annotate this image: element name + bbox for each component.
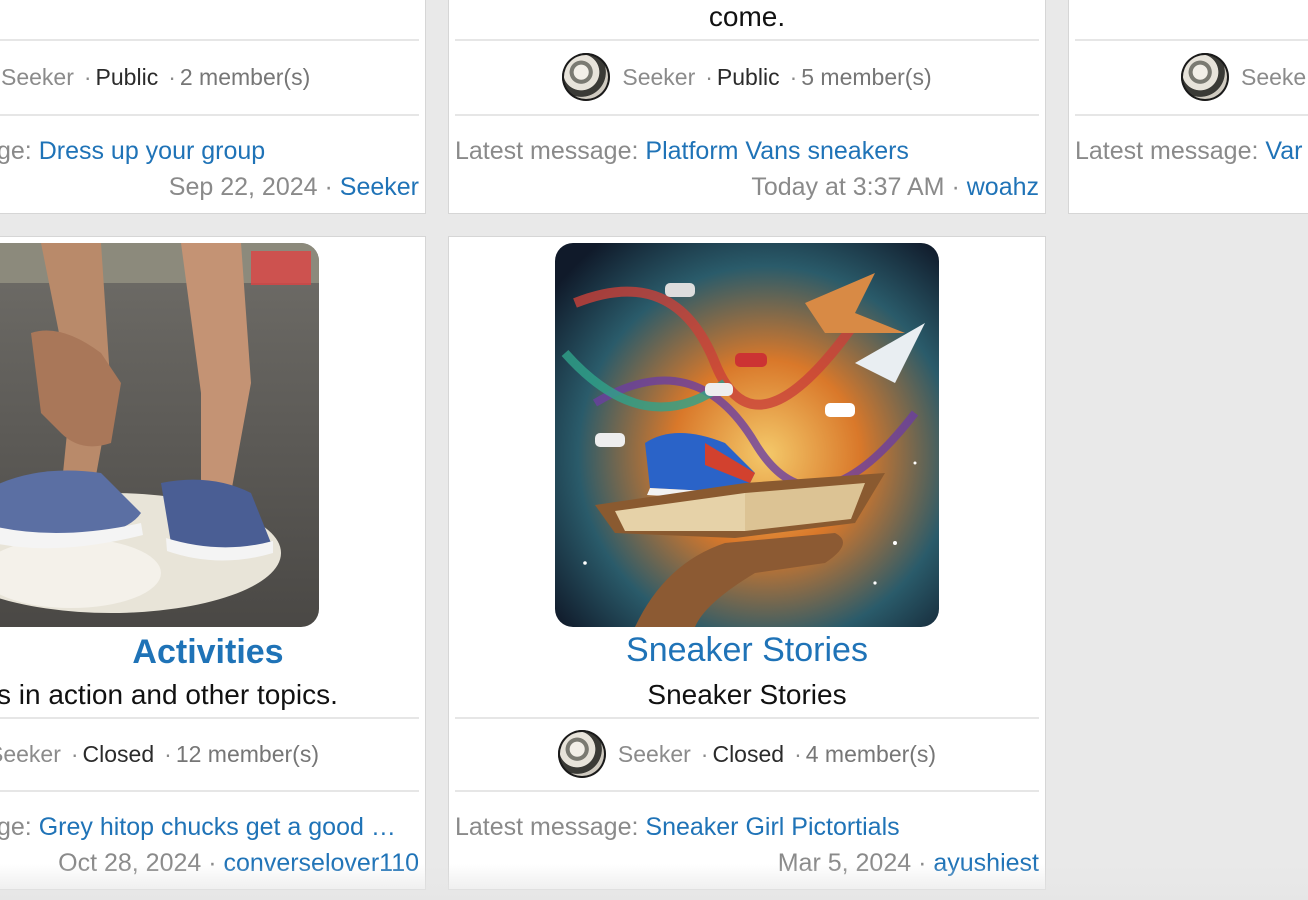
separator-dot: · <box>168 63 176 90</box>
privacy-status: Closed <box>82 740 155 767</box>
latest-message-label: Latest message: <box>455 137 646 165</box>
separator-dot: · <box>83 63 92 90</box>
member-count: 12 member(s) <box>175 740 319 767</box>
latest-message-link[interactable]: Var <box>1265 137 1302 165</box>
latest-message-link[interactable]: Sneaker Girl Pictortials <box>645 813 899 841</box>
message-author[interactable]: Seeker <box>340 173 419 201</box>
member-count: 5 member(s) <box>801 63 932 90</box>
latest-message: Latest message: Var <box>1075 137 1308 166</box>
group-meta-row: Seeke <box>1069 53 1308 101</box>
separator-dot: · <box>918 849 927 877</box>
latest-message-link[interactable]: Platform Vans sneakers <box>645 137 909 165</box>
latest-message: ge: Dress up your group <box>0 137 419 166</box>
member-count: 2 member(s) <box>179 63 311 90</box>
message-author[interactable]: woahz <box>967 173 1039 201</box>
separator-dot: · <box>324 173 333 201</box>
latest-message-meta: Mar 5, 2024 · ayushiest <box>778 849 1039 878</box>
owner-name[interactable]: Seeker <box>618 741 691 768</box>
separator-dot: · <box>794 740 802 767</box>
latest-message-label: ge: <box>0 137 39 165</box>
separator-dot: · <box>951 173 960 201</box>
owner-avatar[interactable] <box>562 53 611 101</box>
latest-message-label: ge: <box>0 813 39 841</box>
owner-name[interactable]: Seeke <box>1241 64 1306 91</box>
group-description: Sneaker Stories <box>647 679 847 710</box>
group-description: come. <box>708 1 786 32</box>
divider <box>455 39 1039 41</box>
divider <box>0 717 419 719</box>
divider <box>455 114 1039 116</box>
latest-message-meta: Sep 22, 2024 · Seeker <box>169 173 419 202</box>
message-date[interactable]: Oct 28, 2024 <box>58 849 201 877</box>
group-meta-row: Seeker · Closed · 4 member(s) <box>449 730 1045 778</box>
latest-message: ge: Grey hitop chucks get a good … <box>0 813 419 842</box>
divider <box>455 717 1039 719</box>
group-meta-row: Seeker · Closed · 12 member(s) <box>0 734 425 774</box>
separator-dot: · <box>164 740 172 767</box>
owner-name[interactable]: Seeker <box>0 741 61 768</box>
latest-message-label: Latest message: <box>1075 137 1266 165</box>
divider <box>1075 114 1308 116</box>
group-thumbnail[interactable] <box>555 243 939 627</box>
owner-avatar[interactable] <box>1181 53 1229 101</box>
latest-message-meta: Today at 3:37 AM · woahz <box>751 173 1039 202</box>
group-card-top-3: Seeke Latest message: Var <box>1068 0 1308 214</box>
group-meta-row: Seeker · Public · 2 member(s) <box>0 57 425 97</box>
group-meta-row: Seeker · Public · 5 member(s) <box>449 53 1045 101</box>
group-title[interactable]: Sneaker Stories <box>449 631 1045 670</box>
message-date[interactable]: Today at 3:37 AM <box>751 173 944 201</box>
latest-message-label: Latest message: <box>455 813 646 841</box>
owner-name[interactable]: Seeker <box>622 64 695 91</box>
divider <box>0 790 419 792</box>
message-date[interactable]: Mar 5, 2024 <box>778 849 911 877</box>
divider <box>0 39 419 41</box>
divider <box>1075 39 1308 41</box>
group-description: s in action and other topics. <box>0 679 338 710</box>
owner-name[interactable]: Seeker <box>1 64 74 91</box>
message-author[interactable]: ayushiest <box>933 849 1039 877</box>
separator-dot: · <box>789 63 798 90</box>
group-card-sneaker-stories[interactable]: Sneaker Stories Sneaker Stories Seeker ·… <box>448 236 1046 890</box>
latest-message-meta: Oct 28, 2024 · converselover110 <box>58 849 419 878</box>
member-count: 4 member(s) <box>805 740 937 767</box>
sneakers-in-paint-image <box>0 243 319 627</box>
latest-message: Latest message: Platform Vans sneakers <box>455 137 1039 166</box>
latest-message-link[interactable]: Dress up your group <box>39 137 266 165</box>
separator-dot: · <box>70 740 79 767</box>
message-author[interactable]: converselover110 <box>224 849 419 877</box>
book-with-flying-sneakers-image <box>555 243 939 627</box>
message-date[interactable]: Sep 22, 2024 <box>169 173 318 201</box>
divider <box>0 114 419 116</box>
latest-message: Latest message: Sneaker Girl Pictortials <box>455 813 1039 842</box>
privacy-status: Closed <box>712 740 785 767</box>
separator-dot: · <box>700 740 709 767</box>
group-title[interactable]: Activities <box>0 633 425 672</box>
group-card-activities[interactable]: Activities s in action and other topics.… <box>0 236 426 890</box>
group-card-top-1: Seeker · Public · 2 member(s) ge: Dress … <box>0 0 426 214</box>
separator-dot: · <box>705 63 713 90</box>
group-card-top-2: come. Seeker · Public · 5 member(s) Late… <box>448 0 1046 214</box>
privacy-status: Public <box>716 63 780 90</box>
separator-dot: · <box>208 849 217 877</box>
group-thumbnail[interactable] <box>0 243 319 627</box>
latest-message-link[interactable]: Grey hitop chucks get a good … <box>39 813 396 841</box>
privacy-status: Public <box>95 63 159 90</box>
divider <box>455 790 1039 792</box>
owner-avatar[interactable] <box>557 730 606 778</box>
